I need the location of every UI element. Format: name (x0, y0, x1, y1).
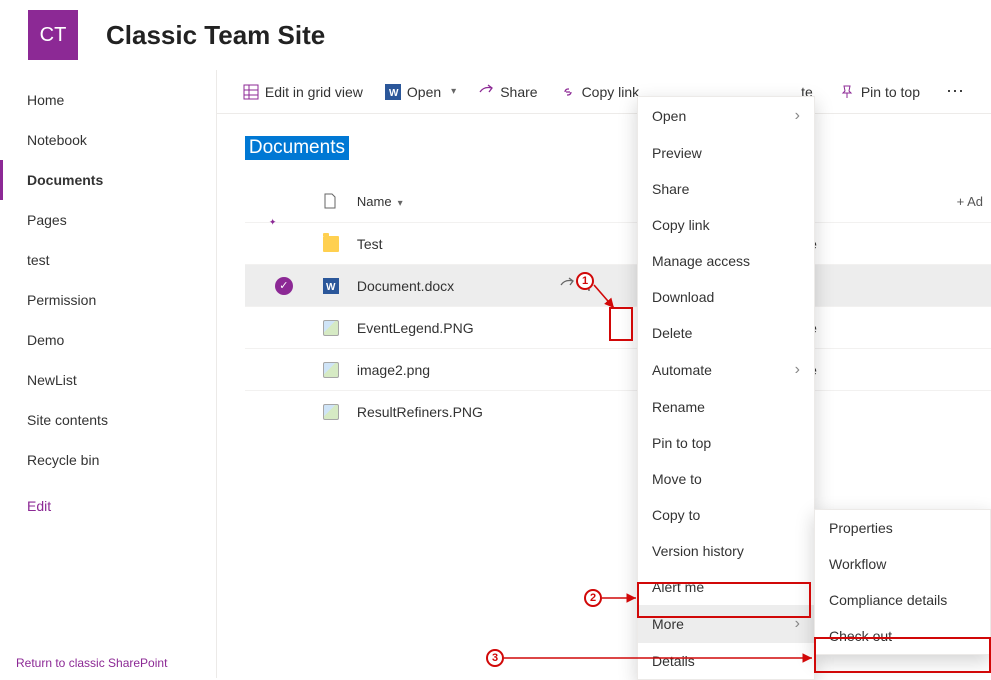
header-type-icon[interactable] (323, 193, 357, 209)
submenu-workflow[interactable]: Workflow (815, 546, 990, 582)
menu-version-history[interactable]: Version history (638, 533, 814, 569)
site-title: Classic Team Site (106, 20, 325, 51)
menu-manage-access[interactable]: Manage access (638, 243, 814, 279)
sidebar-item-pages[interactable]: Pages (0, 200, 216, 240)
menu-delete[interactable]: Delete (638, 315, 814, 351)
cmd-pin-label: Pin to top (861, 84, 920, 100)
sidebar-item-site-contents[interactable]: Site contents (0, 400, 216, 440)
menu-details[interactable]: Details (638, 643, 814, 679)
cmd-more[interactable]: ⋯ (946, 81, 965, 102)
menu-alert-me[interactable]: Alert me (638, 569, 814, 605)
item-name: ResultRefiners.PNG (357, 404, 483, 420)
menu-copy-to[interactable]: Copy to (638, 497, 814, 533)
new-badge-icon: ✦ (269, 217, 277, 228)
cmd-edit-grid-label: Edit in grid view (265, 84, 363, 100)
svg-text:W: W (326, 282, 336, 293)
sidebar: Home Notebook Documents Pages test Permi… (0, 70, 217, 678)
row-share-icon[interactable] (559, 276, 575, 295)
submenu-properties[interactable]: Properties (815, 510, 990, 546)
image-file-icon (323, 320, 339, 336)
menu-move-to[interactable]: Move to (638, 461, 814, 497)
selected-check-icon[interactable]: ✓ (275, 277, 293, 295)
sidebar-item-documents[interactable]: Documents (0, 160, 216, 200)
site-logo[interactable]: CT (28, 10, 78, 60)
pin-icon (839, 84, 855, 100)
cmd-share-label: Share (500, 84, 537, 100)
table-header: Name Modified By + Ad (245, 180, 991, 222)
header-add-column[interactable]: + Ad (957, 194, 983, 209)
header-name-label: Name (357, 194, 392, 209)
submenu-compliance-details[interactable]: Compliance details (815, 582, 990, 618)
command-bar: Edit in grid view W Open Share Copy link (217, 70, 991, 114)
context-menu: Open Preview Share Copy link Manage acce… (637, 96, 815, 680)
submenu-check-out[interactable]: Check out (815, 618, 990, 654)
menu-copy-link[interactable]: Copy link (638, 207, 814, 243)
menu-pin-to-top[interactable]: Pin to top (638, 425, 814, 461)
cmd-pin[interactable]: Pin to top (839, 84, 920, 100)
cmd-open-label: Open (407, 84, 441, 100)
sidebar-item-recycle-bin[interactable]: Recycle bin (0, 440, 216, 480)
sidebar-item-permission[interactable]: Permission (0, 280, 216, 320)
image-file-icon (323, 404, 339, 420)
word-file-icon: W (323, 278, 339, 294)
menu-rename[interactable]: Rename (638, 389, 814, 425)
chevron-right-icon (795, 361, 800, 379)
cmd-copy-link[interactable]: Copy link (560, 84, 640, 100)
sidebar-item-test[interactable]: test (0, 240, 216, 280)
link-icon (560, 84, 576, 100)
header-name[interactable]: Name (357, 194, 617, 209)
table-row[interactable]: EventLegend.PNG ogesh Rajmane (245, 306, 991, 348)
table-row[interactable]: ✦ Test ogesh Rajmane (245, 222, 991, 264)
word-icon: W (385, 84, 401, 100)
cmd-share[interactable]: Share (478, 84, 537, 100)
table-row[interactable]: ✓ W Document.docx ogesh Rajmane (245, 264, 991, 306)
table-row[interactable]: image2.png ogesh Rajmane (245, 348, 991, 390)
item-name: Document.docx (357, 278, 454, 294)
sidebar-item-newlist[interactable]: NewList (0, 360, 216, 400)
library-title: Documents (245, 136, 349, 160)
return-to-classic-link[interactable]: Return to classic SharePoint (16, 656, 167, 670)
sidebar-item-notebook[interactable]: Notebook (0, 120, 216, 160)
chevron-right-icon (795, 615, 800, 633)
sidebar-edit[interactable]: Edit (0, 486, 216, 526)
cmd-edit-grid[interactable]: Edit in grid view (243, 84, 363, 100)
item-name: image2.png (357, 362, 430, 378)
svg-text:W: W (389, 88, 399, 99)
menu-preview[interactable]: Preview (638, 135, 814, 171)
menu-share[interactable]: Share (638, 171, 814, 207)
menu-download[interactable]: Download (638, 279, 814, 315)
share-icon (478, 84, 494, 100)
context-submenu: Properties Workflow Compliance details C… (814, 509, 991, 655)
cmd-copy-link-label: Copy link (582, 84, 640, 100)
menu-open[interactable]: Open (638, 97, 814, 135)
menu-more[interactable]: More (638, 605, 814, 643)
sidebar-item-home[interactable]: Home (0, 80, 216, 120)
menu-automate[interactable]: Automate (638, 351, 814, 389)
cmd-open[interactable]: W Open (385, 84, 456, 100)
folder-icon (323, 236, 339, 252)
item-name: EventLegend.PNG (357, 320, 474, 336)
chevron-right-icon (795, 107, 800, 125)
image-file-icon (323, 362, 339, 378)
sidebar-item-demo[interactable]: Demo (0, 320, 216, 360)
grid-icon (243, 84, 259, 100)
row-more-icon[interactable] (581, 273, 597, 299)
item-name: Test (357, 236, 383, 252)
documents-table: Name Modified By + Ad ✦ Test ogesh Rajma… (245, 180, 991, 432)
table-row[interactable]: ResultRefiners.PNG dele Vance (245, 390, 991, 432)
